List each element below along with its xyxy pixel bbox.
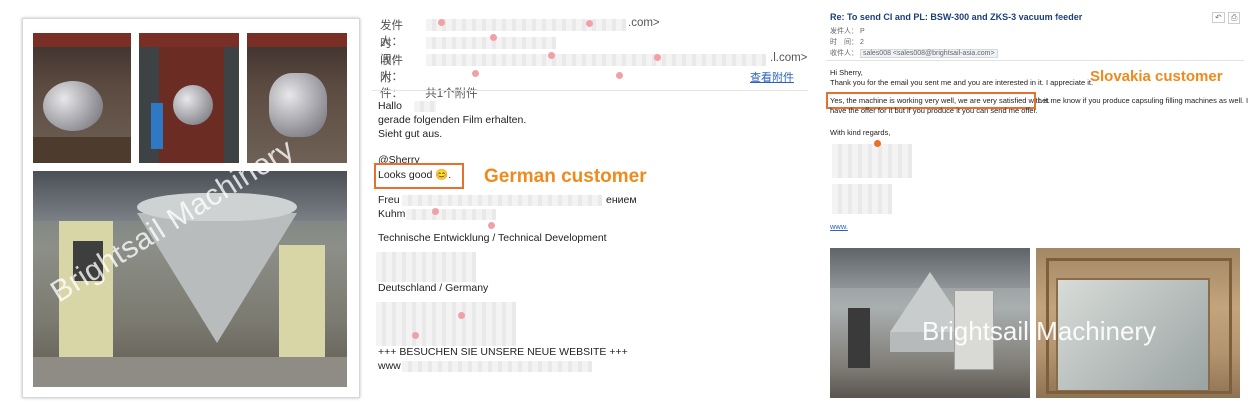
redacted bbox=[414, 101, 436, 112]
wrapped-machine bbox=[173, 85, 213, 125]
header-divider bbox=[372, 90, 808, 91]
container-photo-2 bbox=[139, 33, 239, 163]
slovakia-customer-callout: Slovakia customer bbox=[1090, 68, 1223, 85]
redacted bbox=[376, 252, 476, 282]
view-attachment-link[interactable]: 查看附件 bbox=[750, 69, 794, 85]
redacted bbox=[402, 195, 602, 206]
watermark-dot bbox=[490, 34, 497, 41]
website-partial[interactable]: www. bbox=[830, 222, 848, 231]
redacted bbox=[406, 209, 496, 220]
star-icon[interactable]: ☆ bbox=[1054, 12, 1062, 23]
watermark-dot bbox=[488, 222, 495, 229]
print-icon[interactable]: ⎙ bbox=[1228, 12, 1241, 24]
from-row: 发件人： P bbox=[830, 26, 865, 36]
slovakia-email-screenshot: Re: To send CI and PL: BSW-300 and ZKS-3… bbox=[826, 10, 1248, 242]
watermark-dot bbox=[654, 54, 661, 61]
right-photo-strip: Brightsail Machinery bbox=[826, 248, 1244, 404]
from-value: .com> bbox=[628, 17, 660, 29]
watermark-dot bbox=[548, 52, 555, 59]
to-row: 收件人： sales008 <sales008@brightsail-asia.… bbox=[830, 48, 998, 58]
department: Technische Entwicklung / Technical Devel… bbox=[378, 232, 607, 244]
watermark-dot bbox=[458, 312, 465, 319]
left-photo-collage: Brightsail Machinery bbox=[22, 18, 360, 398]
logo-dot bbox=[874, 140, 881, 147]
body-line-3: have the offer for it but if you produce… bbox=[830, 106, 1038, 115]
redacted bbox=[832, 184, 892, 214]
country: Deutschland / Germany bbox=[378, 282, 489, 294]
watermark-dot bbox=[432, 208, 439, 215]
body-line-1: Thank you for the email you sent me and … bbox=[830, 78, 1094, 87]
reply-icon[interactable]: ↶ bbox=[1212, 12, 1225, 23]
redacted-logo bbox=[832, 144, 912, 178]
time-row: 时 间： 2 bbox=[830, 37, 864, 47]
watermark-dot bbox=[616, 72, 623, 79]
container-photo-3 bbox=[247, 33, 347, 163]
watermark-dot bbox=[438, 19, 445, 26]
redacted bbox=[426, 54, 766, 66]
redacted bbox=[376, 302, 516, 346]
greeting: Hallo bbox=[378, 100, 402, 112]
time-value: 2 bbox=[859, 39, 864, 46]
attachment-label: 附 件： bbox=[380, 72, 403, 100]
redacted bbox=[402, 361, 592, 372]
container-photo-1 bbox=[33, 33, 131, 163]
german-email-screenshot: 发件人： .com> 时 间： 收件人： .l.com> 附 件： 共1个附件 … bbox=[372, 12, 808, 404]
wrapped-machine bbox=[43, 81, 103, 131]
watermark-text: Brightsail Machinery bbox=[922, 316, 1157, 346]
greeting: Hi Sherry, bbox=[830, 68, 863, 77]
watermark-dot bbox=[412, 332, 419, 339]
body-line-2: Sieht gut aus. bbox=[378, 128, 443, 140]
to-value: .l.com> bbox=[770, 52, 808, 64]
website-line: +++ BESUCHEN SIE UNSERE NEUE WEBSITE +++ bbox=[378, 346, 628, 358]
signoff-end: ением bbox=[606, 194, 637, 206]
body-line-2-rest: Let me know if you produce capsuling fil… bbox=[1038, 96, 1249, 105]
german-customer-callout: German customer bbox=[484, 166, 647, 187]
header-divider bbox=[826, 60, 1244, 61]
to-label: 收件人： bbox=[830, 50, 858, 57]
watermark-dot bbox=[586, 20, 593, 27]
time-label: 时 间： bbox=[830, 39, 858, 46]
attachment-row: 附 件： 共1个附件 bbox=[380, 69, 478, 101]
from-value: P bbox=[859, 28, 865, 35]
wrapped-machine bbox=[269, 73, 327, 137]
highlight-box bbox=[374, 163, 464, 189]
body-line-1: gerade folgenden Film erhalten. bbox=[378, 114, 527, 126]
name-partial: Kuhm bbox=[378, 208, 406, 220]
to-value: sales008 <sales008@brightsail-asia.com> bbox=[859, 49, 998, 58]
regards: With kind regards, bbox=[830, 128, 891, 137]
website-url-partial: www bbox=[378, 360, 401, 372]
signoff-partial: Freu bbox=[378, 194, 400, 206]
watermark-dot bbox=[472, 70, 479, 77]
email-subject: Re: To send CI and PL: BSW-300 and ZKS-3… bbox=[830, 12, 1083, 22]
from-label: 发件人： bbox=[830, 28, 858, 35]
redacted bbox=[426, 19, 626, 31]
